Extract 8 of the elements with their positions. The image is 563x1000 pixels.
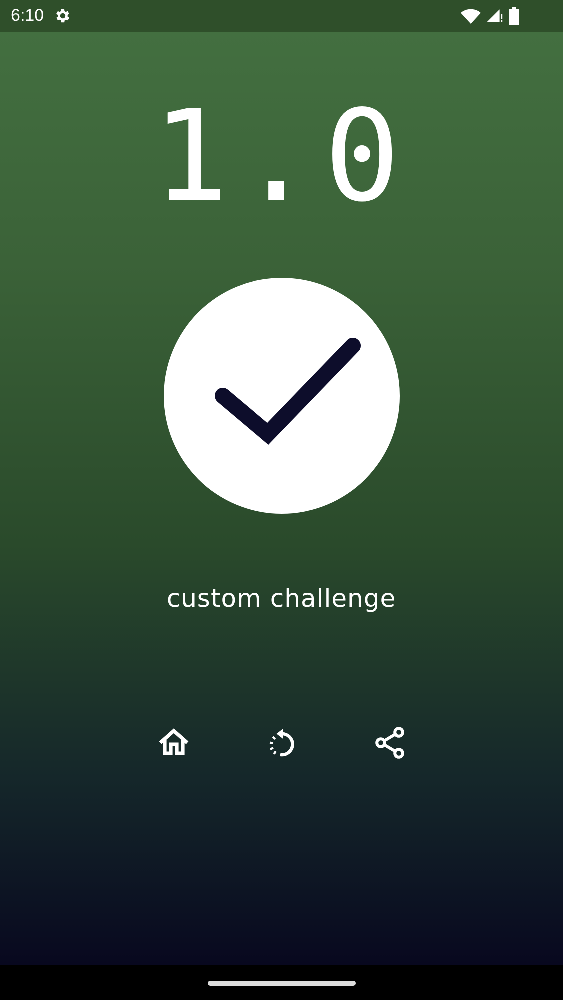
score-display: 1.0 xyxy=(152,92,410,222)
settings-icon xyxy=(54,7,72,25)
signal-icon xyxy=(487,8,503,24)
home-handle[interactable] xyxy=(208,981,356,986)
challenge-name: custom challenge xyxy=(166,584,396,613)
battery-icon xyxy=(509,7,519,25)
status-time: 6:10 xyxy=(11,6,44,26)
wifi-icon xyxy=(461,8,481,24)
